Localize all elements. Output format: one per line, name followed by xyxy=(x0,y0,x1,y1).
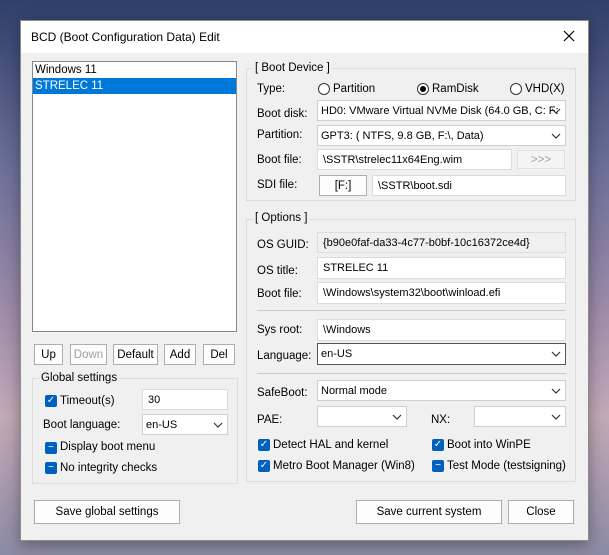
partition-label: Partition: xyxy=(257,129,303,141)
sys-root-input[interactable]: \Windows xyxy=(317,319,566,341)
type-vhdx-radio[interactable] xyxy=(510,83,522,95)
list-item[interactable]: Windows 11 xyxy=(33,62,236,78)
options-separator xyxy=(257,373,566,374)
pae-select[interactable] xyxy=(317,406,407,427)
language-label: Language: xyxy=(257,350,312,362)
no-integrity-checks-label: No integrity checks xyxy=(60,462,158,474)
close-icon[interactable] xyxy=(560,27,578,45)
type-ramdisk-label: RamDisk xyxy=(432,83,479,95)
os-guid-label: OS GUID: xyxy=(257,239,309,251)
no-integrity-checks-checkbox[interactable]: − xyxy=(45,462,57,474)
title-bar: BCD (Boot Configuration Data) Edit xyxy=(21,21,588,53)
boot-entry-list[interactable]: Windows 11 STRELEC 11 xyxy=(32,61,237,332)
safeboot-label: SafeBoot: xyxy=(257,387,308,399)
global-settings-title: Global settings xyxy=(39,372,120,384)
boot-language-value: en-US xyxy=(146,418,178,431)
chevron-down-icon xyxy=(551,108,561,114)
sdi-file-label: SDI file: xyxy=(257,179,298,191)
boot-language-label: Boot language: xyxy=(43,419,121,431)
nx-label: NX: xyxy=(431,414,451,426)
boot-disk-value: HD0: VMware Virtual NVMe Disk (64.0 GB, … xyxy=(321,104,559,117)
boot-file-label: Boot file: xyxy=(257,154,302,166)
close-button[interactable]: Close xyxy=(508,500,574,524)
timeout-label: Timeout(s) xyxy=(60,395,115,407)
nx-select[interactable] xyxy=(474,406,566,427)
sdi-path-input[interactable]: \SSTR\boot.sdi xyxy=(372,175,566,196)
options-title: [ Options ] xyxy=(253,212,310,224)
chevron-down-icon xyxy=(551,133,561,139)
chevron-down-icon xyxy=(551,388,561,394)
chevron-down-icon xyxy=(392,414,402,420)
boot-disk-label: Boot disk: xyxy=(257,108,308,120)
os-boot-file-input[interactable]: \Windows\system32\boot\winload.efi xyxy=(317,282,566,304)
timeout-checkbox[interactable]: ✓ xyxy=(45,395,57,407)
test-mode-checkbox[interactable]: − xyxy=(432,460,444,472)
safeboot-select[interactable]: Normal mode xyxy=(317,380,566,401)
boot-device-title: [ Boot Device ] xyxy=(253,62,332,74)
language-value: en-US xyxy=(321,348,353,360)
type-label: Type: xyxy=(257,83,286,95)
chevron-down-icon xyxy=(551,414,561,420)
language-select[interactable]: en-US xyxy=(317,343,566,365)
boot-into-winpe-label: Boot into WinPE xyxy=(447,439,531,451)
list-item[interactable]: STRELEC 11 xyxy=(33,78,236,94)
partition-select[interactable]: GPT3: ( NTFS, 9.8 GB, F:\, Data) xyxy=(317,125,566,146)
chevron-down-icon xyxy=(551,351,561,357)
os-guid-field: {b90e0faf-da33-4c77-b0bf-10c16372ce4d} xyxy=(317,232,566,253)
metro-boot-manager-label: Metro Boot Manager (Win8) xyxy=(273,460,415,472)
sys-root-label: Sys root: xyxy=(257,324,303,336)
add-button[interactable]: Add xyxy=(164,344,196,365)
display-boot-menu-label: Display boot menu xyxy=(60,441,156,453)
test-mode-label: Test Mode (testsigning) xyxy=(447,460,566,472)
safeboot-value: Normal mode xyxy=(321,384,388,397)
timeout-input[interactable]: 30 xyxy=(142,389,228,410)
type-vhdx-label: VHD(X) xyxy=(525,83,565,95)
type-partition-label: Partition xyxy=(333,83,376,95)
detect-hal-label: Detect HAL and kernel xyxy=(273,439,389,451)
type-partition-radio[interactable] xyxy=(318,83,330,95)
os-title-input[interactable]: STRELEC 11 xyxy=(317,257,566,279)
partition-value: GPT3: ( NTFS, 9.8 GB, F:\, Data) xyxy=(321,129,484,142)
up-button[interactable]: Up xyxy=(34,344,63,365)
boot-file-input[interactable]: \SSTR\strelec11x64Eng.wim xyxy=(317,149,512,170)
save-global-settings-button[interactable]: Save global settings xyxy=(34,500,180,524)
del-button[interactable]: Del xyxy=(203,344,235,365)
os-boot-file-label: Boot file: xyxy=(257,288,302,300)
boot-into-winpe-checkbox[interactable]: ✓ xyxy=(432,439,444,451)
options-separator xyxy=(257,310,566,311)
boot-language-select[interactable]: en-US xyxy=(142,414,228,435)
default-button[interactable]: Default xyxy=(113,344,158,365)
sdi-drive-button[interactable]: [F:] xyxy=(319,175,367,196)
type-ramdisk-radio[interactable] xyxy=(417,83,429,95)
os-title-label: OS title: xyxy=(257,265,298,277)
save-current-system-button[interactable]: Save current system xyxy=(356,500,502,524)
browse-button[interactable]: >>> xyxy=(517,150,565,169)
down-button[interactable]: Down xyxy=(70,344,107,365)
boot-disk-select[interactable]: HD0: VMware Virtual NVMe Disk (64.0 GB, … xyxy=(317,100,566,121)
detect-hal-checkbox[interactable]: ✓ xyxy=(258,439,270,451)
pae-label: PAE: xyxy=(257,414,283,426)
chevron-down-icon xyxy=(213,422,223,428)
bcd-edit-window: BCD (Boot Configuration Data) Edit Windo… xyxy=(20,20,589,541)
metro-boot-manager-checkbox[interactable]: ✓ xyxy=(258,460,270,472)
display-boot-menu-checkbox[interactable]: − xyxy=(45,442,57,454)
window-title: BCD (Boot Configuration Data) Edit xyxy=(31,30,220,44)
